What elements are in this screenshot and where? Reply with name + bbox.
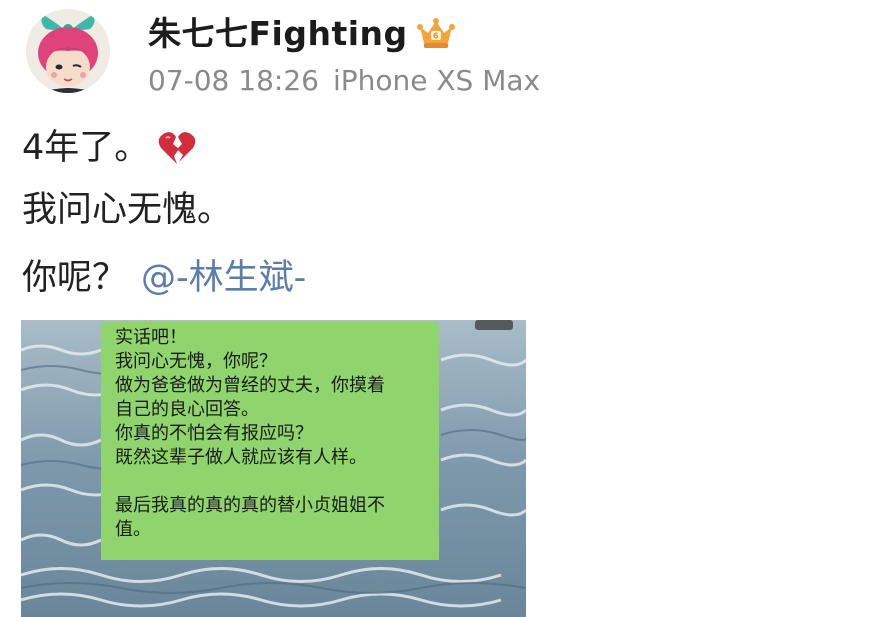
post-meta: 07-08 18:26 iPhone XS Max <box>148 64 540 98</box>
bubble-line: 我问心无愧，你呢？ <box>115 351 277 372</box>
post-text-line-3-text: 你呢？ <box>22 258 128 298</box>
chat-message-bubble: 实话吧！ 我问心无愧，你呢？ 做为爸爸做为曾经的丈夫，你摸着 自己的良心回答。 … <box>101 322 439 560</box>
attached-image[interactable]: 实话吧！ 我问心无愧，你呢？ 做为爸爸做为曾经的丈夫，你摸着 自己的良心回答。 … <box>21 320 526 617</box>
bubble-line: 实话吧！ <box>115 327 187 348</box>
crown-badge-icon: 6 <box>416 17 456 51</box>
broken-heart-icon <box>157 130 197 166</box>
post-text-line-1: 4年了。 <box>22 126 197 170</box>
author-name[interactable]: 朱七七Fighting 6 <box>148 14 456 54</box>
post-text-line-1-text: 4年了。 <box>22 128 150 168</box>
bubble-blank-line <box>115 470 429 494</box>
bubble-line: 值。 <box>115 519 151 540</box>
svg-text:6: 6 <box>433 32 439 41</box>
post-text-line-2-text: 我问心无愧。 <box>22 190 233 230</box>
author-name-text[interactable]: 朱七七Fighting <box>148 14 408 54</box>
post-text-line-3: 你呢？ @-林生斌- <box>22 256 306 300</box>
post-device: iPhone XS Max <box>332 64 541 97</box>
bubble-line: 自己的良心回答。 <box>115 399 259 420</box>
bubble-line: 最后我真的真的真的替小贞姐姐不 <box>115 495 385 516</box>
bubble-line: 做为爸爸做为曾经的丈夫，你摸着 <box>115 375 385 396</box>
bubble-line: 既然这辈子做人就应该有人样。 <box>115 447 367 468</box>
post-text-line-2: 我问心无愧。 <box>22 188 232 232</box>
author-avatar[interactable] <box>26 9 110 93</box>
user-mention-link[interactable]: @-林生斌- <box>141 256 306 300</box>
bubble-line: 你真的不怕会有报应吗？ <box>115 423 313 444</box>
post-time: 07-08 18:26 <box>148 64 319 97</box>
